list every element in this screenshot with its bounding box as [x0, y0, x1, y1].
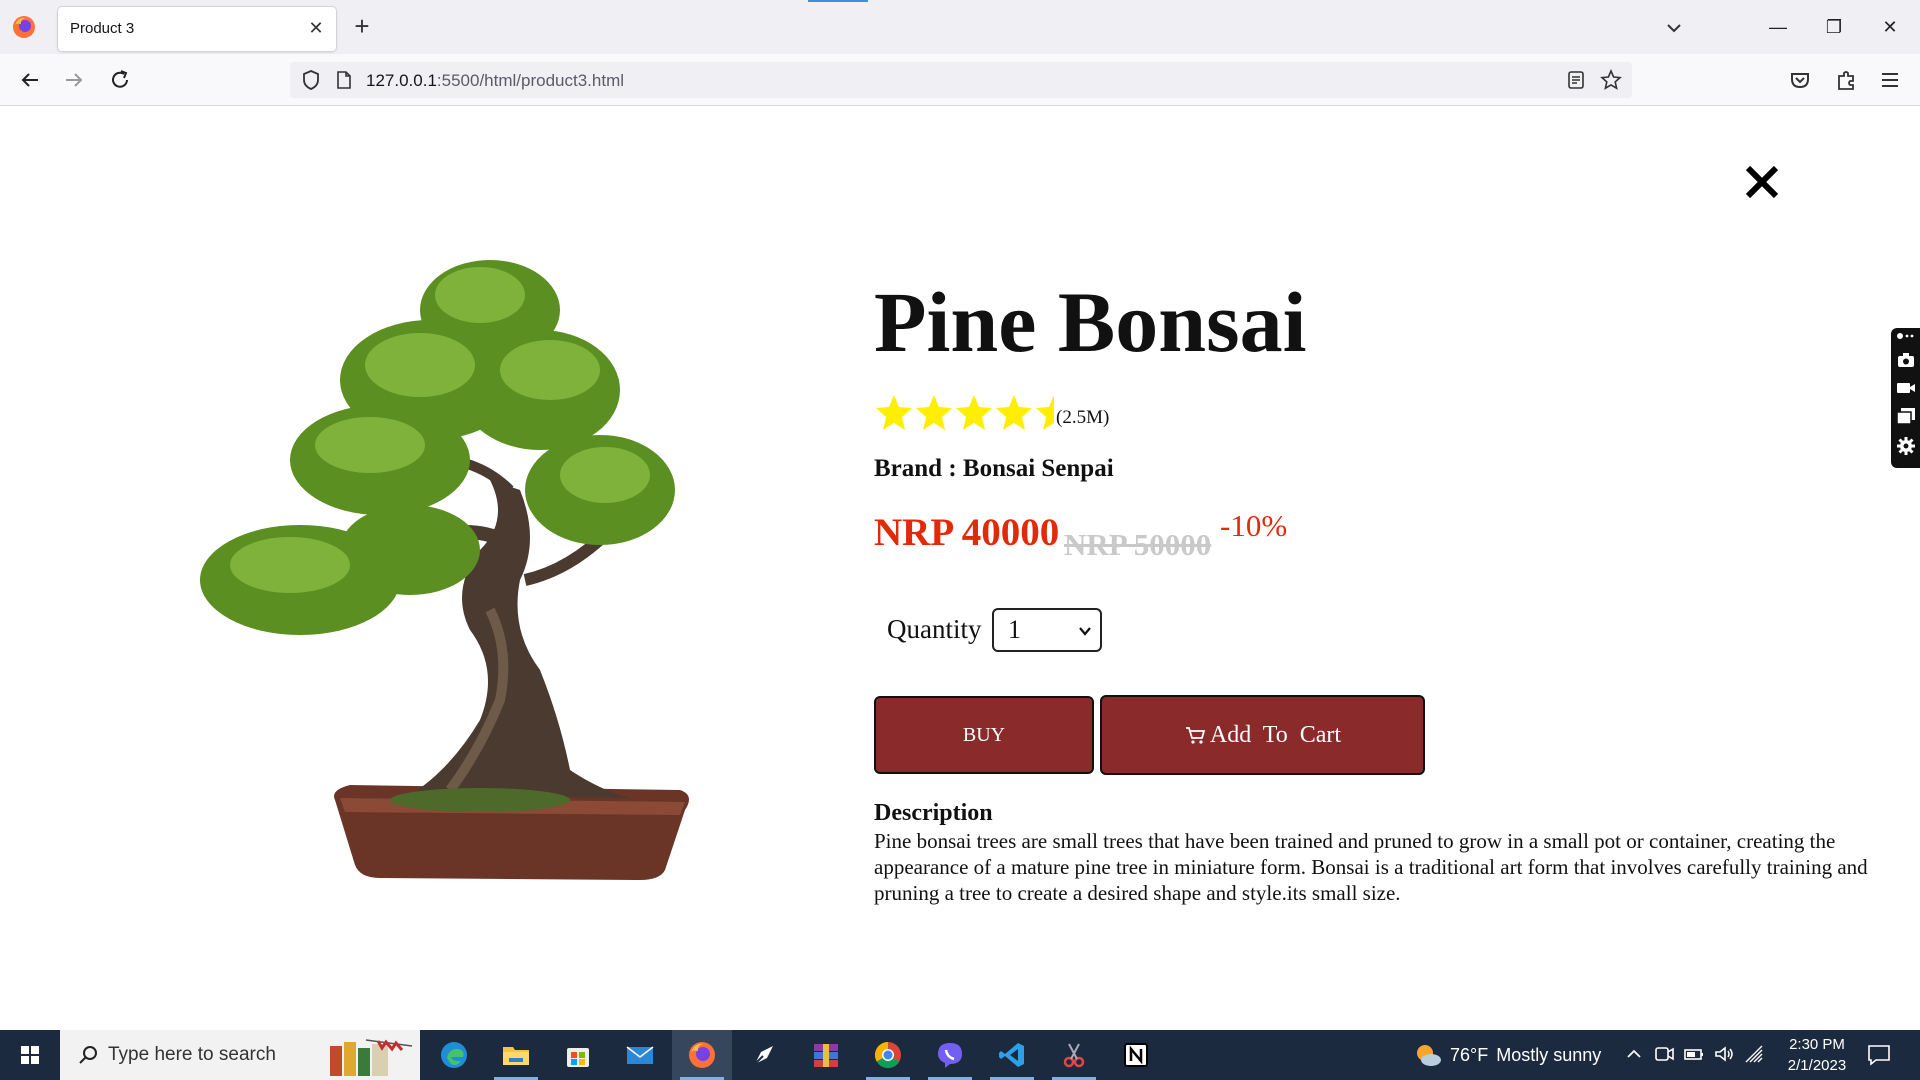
weather-desc: Mostly sunny [1496, 1044, 1602, 1065]
reload-icon[interactable] [106, 66, 134, 94]
weather-temp: 76°F [1450, 1044, 1489, 1065]
video-icon[interactable] [1896, 378, 1916, 398]
rating-count: (2.5M) [1056, 407, 1110, 428]
taskbar-viber[interactable] [920, 1030, 980, 1080]
taskbar-file-explorer[interactable] [486, 1030, 546, 1080]
windows-start-icon[interactable] [0, 1030, 60, 1080]
chevron-down-icon [1079, 627, 1091, 636]
partly-sunny-icon [1417, 1045, 1441, 1066]
gear-icon[interactable] [1896, 436, 1916, 456]
chevron-down-icon[interactable] [1660, 14, 1688, 42]
browser-tab-bar: Product 3 ✕ + — ❐ ✕ [0, 0, 1920, 54]
star-icon [876, 395, 912, 430]
discount-badge: -10% [1220, 508, 1288, 543]
half-star-icon [1036, 395, 1054, 430]
reader-view-icon[interactable] [1566, 70, 1586, 90]
buy-button[interactable]: BUY [874, 696, 1094, 774]
product-title: Pine Bonsai [874, 274, 1307, 370]
taskbar-edge[interactable] [424, 1030, 484, 1080]
page-icon[interactable] [334, 70, 354, 90]
search-highlight-icon [330, 1039, 413, 1076]
vscode-icon [999, 1043, 1024, 1067]
taskbar-chrome[interactable] [858, 1030, 918, 1080]
mail-icon [626, 1046, 654, 1064]
close-window-icon[interactable]: ✕ [1868, 10, 1912, 44]
restore-icon[interactable]: ❐ [1812, 10, 1856, 44]
tab-product-3[interactable]: Product 3 ✕ [58, 7, 336, 51]
taskbar-store[interactable] [548, 1030, 608, 1080]
battery-icon[interactable] [1682, 1042, 1706, 1066]
search-placeholder: Type here to search [108, 1044, 276, 1065]
bonsai-image [200, 260, 689, 880]
archive-icon [814, 1044, 838, 1067]
url-bar[interactable]: 127.0.0.1:5500/html/product3.html [290, 62, 1632, 98]
search-icon [79, 1046, 97, 1064]
taskbar-notion[interactable] [1106, 1030, 1166, 1080]
gallery-icon[interactable] [1896, 406, 1916, 426]
notion-icon [1124, 1043, 1148, 1067]
chevron-up-icon[interactable] [1622, 1042, 1646, 1066]
forward-icon[interactable] [60, 66, 88, 94]
quantity-value: 1 [1008, 615, 1021, 644]
star-icon [996, 395, 1032, 430]
close-icon[interactable] [1742, 162, 1782, 202]
taskbar-mail[interactable] [610, 1030, 670, 1080]
store-icon [567, 1048, 589, 1067]
windows-taskbar: Type here to search 76°F Mostly sunny 2:… [0, 1030, 1920, 1080]
add-to-cart-button[interactable]: Add To Cart [1100, 695, 1425, 775]
current-price: NRP 40000 [874, 511, 1060, 554]
taskbar-winrar[interactable] [796, 1030, 856, 1080]
viber-icon [938, 1043, 962, 1068]
close-tab-icon[interactable]: ✕ [304, 16, 328, 40]
notification-icon[interactable] [1866, 1042, 1892, 1068]
taskbar-firefox[interactable] [672, 1030, 732, 1080]
extensions-icon[interactable] [1832, 66, 1860, 94]
tab-title: Product 3 [70, 20, 135, 37]
back-icon[interactable] [16, 66, 44, 94]
star-icon [916, 395, 952, 430]
volume-icon[interactable] [1712, 1042, 1736, 1066]
taskbar-inkscape[interactable] [734, 1030, 794, 1080]
url-text[interactable]: 127.0.0.1:5500/html/product3.html [366, 71, 624, 91]
screenshot-toolbar [1891, 328, 1920, 468]
camera-icon[interactable] [1896, 350, 1916, 370]
scissors-icon [1063, 1043, 1085, 1068]
star-icon [956, 395, 992, 430]
bookmark-star-icon[interactable] [1600, 69, 1622, 91]
browser-nav-bar: 127.0.0.1:5500/html/product3.html [0, 54, 1920, 106]
quantity-select[interactable]: 1 [992, 608, 1102, 652]
clock-date: 2/1/2023 [1787, 1057, 1847, 1074]
star-rating: (2.5M) [874, 392, 1109, 432]
menu-icon[interactable] [1876, 66, 1904, 94]
brand-label: Brand : Bonsai Senpai [874, 455, 1114, 482]
description-title: Description [874, 800, 993, 826]
chrome-icon [874, 1041, 901, 1069]
system-clock[interactable]: 2:30 PM 2/1/2023 [1772, 1034, 1862, 1076]
pen-tool-icon [754, 1046, 773, 1065]
firefox-icon [13, 16, 35, 38]
quantity-label: Quantity [887, 614, 982, 644]
new-tab-icon[interactable]: + [348, 13, 376, 41]
taskbar-vscode[interactable] [982, 1030, 1042, 1080]
edge-icon [441, 1042, 467, 1068]
firefox-icon [689, 1042, 715, 1068]
weather-widget[interactable]: 76°F Mostly sunny [1414, 1042, 1601, 1068]
shield-icon[interactable] [300, 69, 322, 91]
pocket-icon[interactable] [1786, 66, 1814, 94]
clock-time: 2:30 PM [1789, 1036, 1845, 1053]
taskbar-snipping-tool[interactable] [1044, 1030, 1104, 1080]
original-price: NRP 50000 [1064, 527, 1212, 562]
folder-icon [503, 1047, 529, 1065]
wifi-icon[interactable] [1742, 1042, 1766, 1066]
minimize-icon[interactable]: — [1756, 10, 1800, 44]
pen-icon[interactable] [1896, 330, 1916, 342]
description-text: Pine bonsai trees are small trees that h… [874, 829, 1868, 905]
cart-icon [1185, 727, 1206, 744]
meet-now-icon[interactable] [1652, 1042, 1676, 1066]
taskbar-search[interactable]: Type here to search [60, 1030, 420, 1080]
cart-label: Add To Cart [1209, 722, 1342, 748]
tab-strip-indicator [808, 0, 868, 2]
